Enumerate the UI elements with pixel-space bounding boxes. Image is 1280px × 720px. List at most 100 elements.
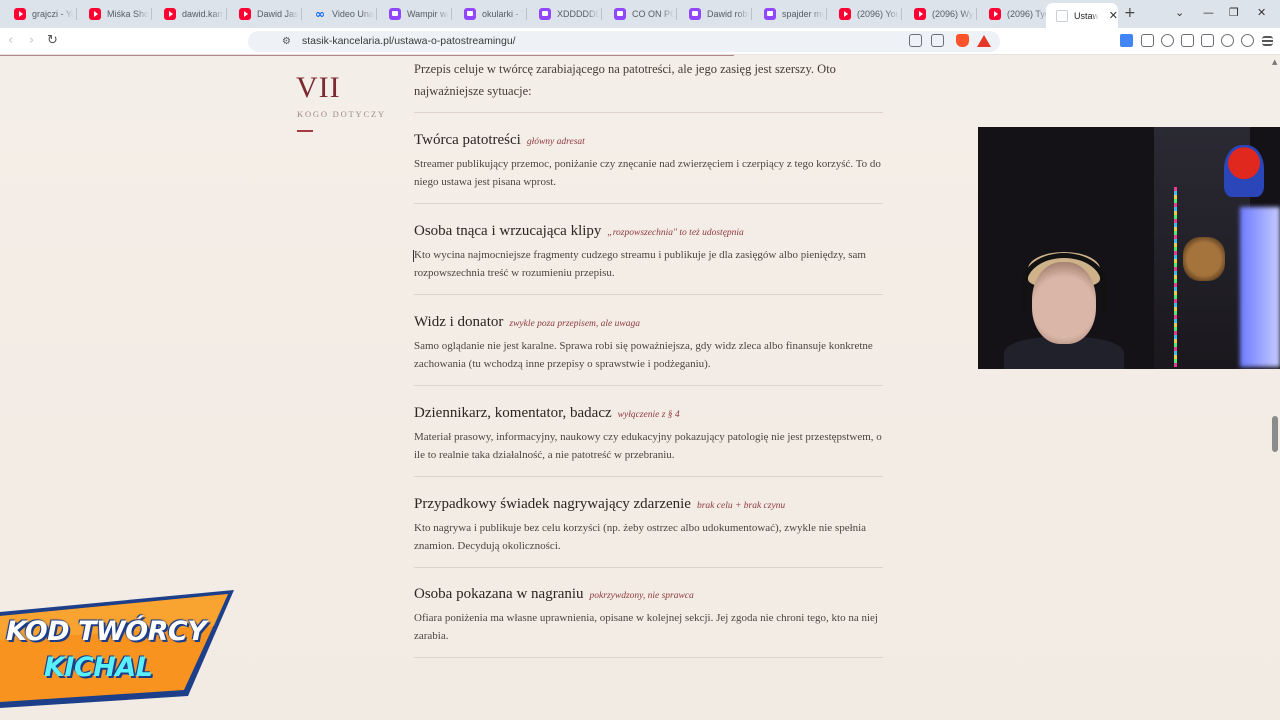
vpn-icon[interactable] <box>1241 34 1254 47</box>
tab-title: XDDDDDD <box>557 9 599 19</box>
entry-tag: brak celu + brak czynu <box>696 501 786 511</box>
entry-title: Osoba tnąca i wrzucająca klipy <box>414 223 602 239</box>
tab-title: Video Unav <box>332 9 374 19</box>
tab-separator <box>676 8 677 20</box>
banner-line-2: KICHAL <box>44 652 153 683</box>
tab-title: grajczi - Yo <box>32 9 74 19</box>
twitch-icon <box>764 8 776 20</box>
document-icon <box>1056 9 1068 22</box>
tab-5[interactable]: ∞ Video Unav <box>304 3 374 25</box>
tab-title: (2096) Wyp <box>932 9 974 19</box>
address-bar[interactable]: ⚙ stasik-kancelaria.pl/ustawa-o-patostre… <box>248 31 1000 52</box>
entry-title: Osoba pokazana w nagraniu <box>414 586 584 602</box>
rewards-icon[interactable] <box>977 35 991 47</box>
extensions-icon[interactable] <box>1141 34 1154 47</box>
entry-klipy: Osoba tnąca i wrzucająca klipy „rozpowsze… <box>414 220 883 295</box>
tab-13[interactable]: (2096) Wyp <box>904 3 974 25</box>
minimize-icon[interactable]: — <box>1203 6 1214 19</box>
tab-title: (2096) Tyd <box>1007 9 1049 19</box>
tab-separator <box>976 8 977 20</box>
tab-14[interactable]: (2096) Tyd <box>979 3 1049 25</box>
entry-title: Dziennikarz, komentator, badacz <box>414 405 612 421</box>
tab-6[interactable]: Wampir wa <box>379 3 449 25</box>
youtube-icon <box>89 8 101 20</box>
entry-divider <box>414 385 883 386</box>
webcam-overlay <box>978 127 1280 369</box>
youtube-icon <box>239 8 251 20</box>
section-label: KOGO DOTYCZY <box>297 109 386 119</box>
tab-title: Ustawa <box>1074 10 1099 21</box>
entry-divider <box>414 657 883 658</box>
tab-title: okularki - T <box>482 9 524 19</box>
tab-1[interactable]: grajczi - Yo <box>4 3 74 25</box>
tab-11[interactable]: spajder me <box>754 3 824 25</box>
tab-active[interactable]: Ustawa ✕ <box>1046 3 1118 28</box>
tab-3[interactable]: dawid.kam <box>154 3 224 25</box>
tab-separator <box>226 8 227 20</box>
reader-mode-icon[interactable] <box>931 34 944 47</box>
tab-9[interactable]: CO ON PO <box>604 3 674 25</box>
banner-line-1: KOD TWÓRCY <box>6 616 207 647</box>
back-icon[interactable]: ‹ <box>8 33 13 49</box>
intro-divider <box>414 112 883 113</box>
youtube-icon <box>14 8 26 20</box>
tab-title: (2096) YouT <box>857 9 899 19</box>
section-intro: Przepis celuje w twórcę zarabiającego na… <box>414 62 836 98</box>
forward-icon[interactable]: › <box>29 33 34 49</box>
tab-separator <box>301 8 302 20</box>
wallet-icon[interactable] <box>1201 34 1214 47</box>
entry-divider <box>414 476 883 477</box>
tab-strip: grajczi - Yo Miśka Shot dawid.kam Dawid Jas… <box>0 0 1280 28</box>
webcam-figurine <box>1224 145 1264 197</box>
scrollbar[interactable] <box>1270 56 1280 720</box>
scrollbar-thumb[interactable] <box>1272 416 1278 452</box>
meta-icon: ∞ <box>315 7 325 21</box>
tab-separator <box>376 8 377 20</box>
site-info-icon[interactable]: ⚙ <box>282 34 291 50</box>
url-text[interactable]: stasik-kancelaria.pl/ustawa-o-patostream… <box>302 35 516 47</box>
tab-2[interactable]: Miśka Shot <box>79 3 149 25</box>
scroll-up-icon[interactable]: ▲ <box>1272 58 1277 66</box>
tab-separator <box>751 8 752 20</box>
creator-code-banner: KOD TWÓRCY KICHAL <box>0 590 240 708</box>
tab-title: Wampir wa <box>407 9 449 19</box>
entry-tag: zwykle poza przepisem, ale uwaga <box>509 319 640 329</box>
entry-description: Kto wycina najmocniejsze fragmenty cudze… <box>414 249 866 279</box>
twitch-icon <box>689 8 701 20</box>
entry-tag: „rozpowszechnia" to też udostępnia <box>607 228 744 238</box>
entry-tworca: Twórca patotreści główny adresat Streamer… <box>414 129 883 204</box>
entry-swiadek: Przypadkowy świadek nagrywający zdarzeni… <box>414 493 883 568</box>
translate-icon[interactable] <box>1120 34 1133 47</box>
tab-title: Dawid Jasp <box>257 9 299 19</box>
entry-description: Kto nagrywa i publikuje bez celu korzyśc… <box>414 522 867 552</box>
entry-description: Streamer publikujący przemoc, poniżanie … <box>414 158 881 188</box>
menu-icon[interactable] <box>1262 36 1273 46</box>
tab-title: Dawid robi <box>707 9 749 19</box>
close-tab-icon[interactable]: ✕ <box>1109 9 1118 22</box>
tab-4[interactable]: Dawid Jasp <box>229 3 299 25</box>
new-tab-button[interactable]: + <box>1124 5 1136 21</box>
sidebar-icon[interactable] <box>1181 34 1194 47</box>
close-window-icon[interactable]: ✕ <box>1257 6 1266 19</box>
tab-8[interactable]: XDDDDDD <box>529 3 599 25</box>
tab-title: dawid.kam <box>182 9 224 19</box>
brave-shields-icon[interactable] <box>956 34 969 47</box>
entry-title: Twórca patotreści <box>414 132 521 148</box>
tab-separator <box>601 8 602 20</box>
media-icon[interactable] <box>1161 34 1174 47</box>
text-cursor-icon <box>413 250 417 262</box>
entry-description: Ofiara poniżenia ma własne uprawnienia, … <box>414 612 878 642</box>
restore-icon[interactable]: ❐ <box>1229 6 1239 19</box>
entry-ofiara: Osoba pokazana w nagraniu pokrzywdzony, n… <box>414 583 883 658</box>
twitch-icon <box>539 8 551 20</box>
tab-12[interactable]: (2096) YouT <box>829 3 899 25</box>
reload-icon[interactable]: ↻ <box>47 33 58 49</box>
entry-tag: główny adresat <box>526 137 585 147</box>
cast-icon[interactable] <box>909 34 922 47</box>
tab-title: Miśka Shot <box>107 9 149 19</box>
tab-search-icon[interactable]: ⌄ <box>1175 6 1184 19</box>
leo-ai-icon[interactable] <box>1221 34 1234 47</box>
tab-title: CO ON PO <box>632 9 674 19</box>
tab-10[interactable]: Dawid robi <box>679 3 749 25</box>
tab-7[interactable]: okularki - T <box>454 3 524 25</box>
